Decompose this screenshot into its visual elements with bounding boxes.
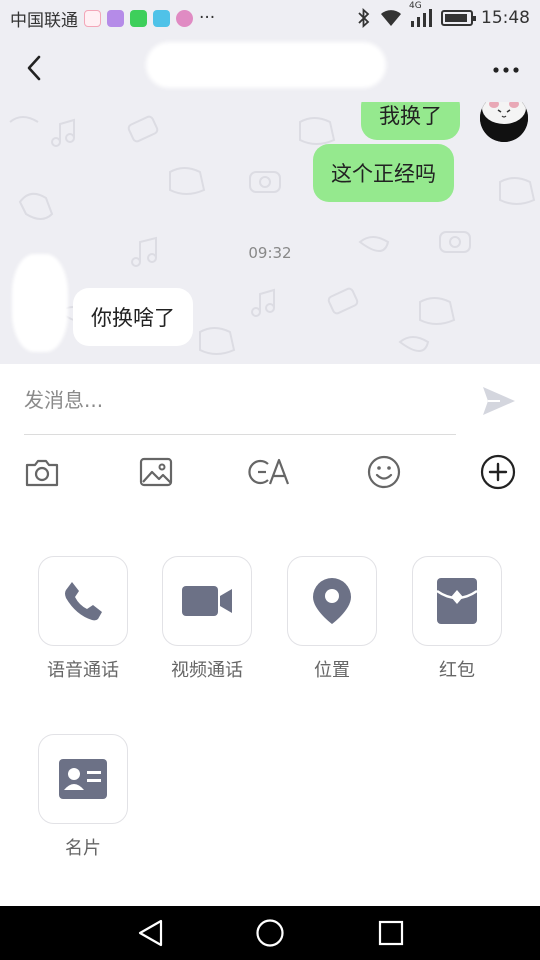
translate-button[interactable] xyxy=(248,452,292,492)
contact-name-redacted xyxy=(146,42,386,88)
nav-recents-button[interactable] xyxy=(376,918,406,948)
action-tile[interactable] xyxy=(162,556,252,646)
notification-mail-icon xyxy=(153,9,170,27)
message-text: 你换啥了 xyxy=(91,306,175,330)
phone-icon xyxy=(65,582,102,621)
incoming-message-bubble[interactable]: 你换啥了 xyxy=(73,288,193,346)
video-call-action[interactable]: 视频通话 xyxy=(161,556,253,682)
action-label: 红包 xyxy=(439,660,475,681)
battery-fill xyxy=(445,14,467,22)
notification-avatar-icon xyxy=(176,9,193,27)
notification-app-icon xyxy=(107,9,124,27)
action-tile[interactable] xyxy=(38,556,128,646)
chat-header xyxy=(0,36,540,102)
wifi-icon xyxy=(381,10,401,26)
image-icon xyxy=(139,457,173,487)
message-input[interactable] xyxy=(24,380,454,420)
action-tile[interactable] xyxy=(287,556,377,646)
more-actions-button[interactable] xyxy=(478,452,518,492)
emoji-icon xyxy=(367,455,401,489)
action-tile[interactable] xyxy=(38,734,128,824)
message-text: 我换了 xyxy=(379,104,442,128)
chat-area[interactable]: 我换了 这个正经吗 09:32 你换啥了 xyxy=(0,102,540,364)
video-camera-icon xyxy=(182,586,232,616)
bluetooth-icon xyxy=(358,8,370,28)
cell-signal-icon xyxy=(411,9,432,27)
red-envelope-icon xyxy=(436,578,478,624)
status-overflow: ··· xyxy=(199,8,216,28)
cell-signal: 4G xyxy=(409,1,433,27)
home-circle-icon xyxy=(256,919,284,947)
contact-card-icon xyxy=(59,759,107,799)
status-right: 4G 15:48 xyxy=(357,1,530,28)
location-icon xyxy=(313,578,351,624)
clock: 15:48 xyxy=(481,8,530,28)
notification-heartbeat-icon xyxy=(84,9,101,27)
red-envelope-action[interactable]: 红包 xyxy=(411,556,503,682)
action-label: 语音通话 xyxy=(47,660,119,681)
status-bar: 中国联通 ··· 4G 15:48 xyxy=(0,0,540,36)
contact-avatar-redacted[interactable] xyxy=(12,254,68,352)
outgoing-message-bubble[interactable]: 我换了 xyxy=(361,102,460,140)
contact-card-action[interactable]: 名片 xyxy=(37,734,129,860)
input-underline xyxy=(24,434,456,435)
voice-call-action[interactable]: 语音通话 xyxy=(37,556,129,682)
camera-button[interactable] xyxy=(22,452,62,492)
camera-icon xyxy=(25,459,59,487)
back-button[interactable] xyxy=(16,50,52,86)
network-type: 4G xyxy=(409,1,422,11)
status-left: 中国联通 ··· xyxy=(10,6,215,31)
action-tile[interactable] xyxy=(412,556,502,646)
message-timestamp: 09:32 xyxy=(248,244,292,262)
send-button[interactable] xyxy=(480,382,518,420)
emoji-button[interactable] xyxy=(364,452,404,492)
recents-square-icon xyxy=(378,920,404,946)
action-label: 名片 xyxy=(65,838,101,859)
carrier-name: 中国联通 xyxy=(10,10,78,31)
send-icon xyxy=(483,387,515,415)
composer xyxy=(0,364,540,436)
plus-circle-icon xyxy=(480,454,516,490)
location-action[interactable]: 位置 xyxy=(286,556,378,682)
more-button[interactable] xyxy=(490,54,522,86)
chevron-left-icon xyxy=(27,55,41,81)
more-horizontal-icon xyxy=(493,67,519,73)
image-button[interactable] xyxy=(136,452,176,492)
composer-toolbar xyxy=(0,448,540,496)
outgoing-message-bubble[interactable]: 这个正经吗 xyxy=(313,144,454,202)
action-label: 位置 xyxy=(314,660,350,681)
battery-icon xyxy=(441,10,476,26)
message-text: 这个正经吗 xyxy=(331,162,436,186)
translate-icon xyxy=(248,458,290,485)
nav-home-button[interactable] xyxy=(255,918,285,948)
back-triangle-icon xyxy=(138,919,163,947)
notification-shield-icon xyxy=(130,9,147,27)
nav-back-button[interactable] xyxy=(136,918,166,948)
system-navigation-bar xyxy=(0,906,540,960)
action-label: 视频通话 xyxy=(171,660,243,681)
